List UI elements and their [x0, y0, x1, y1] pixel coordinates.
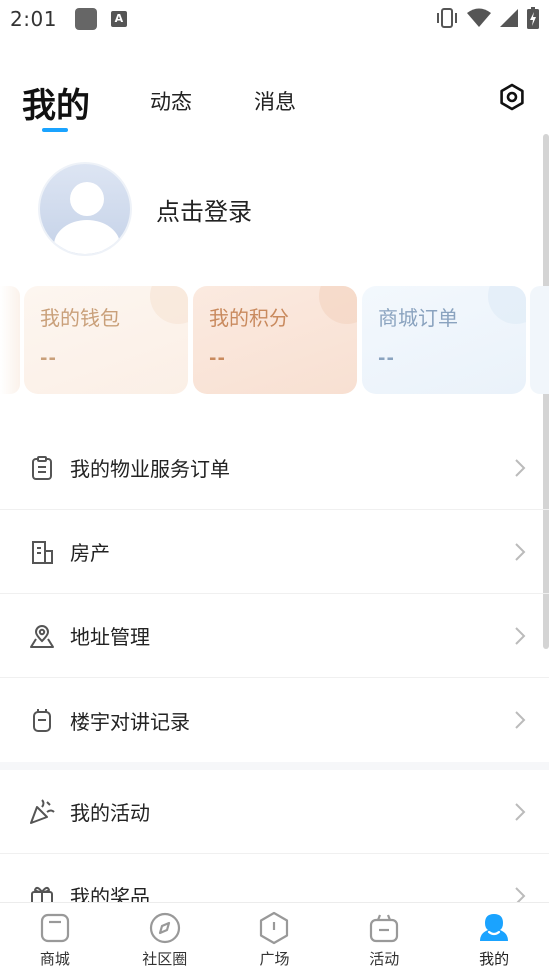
bottom-nav: 商城 社区圈 广场 活动 我的: [0, 902, 549, 976]
building-icon: [28, 538, 56, 566]
menu-item-label: 我的物业服务订单: [70, 457, 230, 481]
compass-icon: [149, 912, 180, 944]
chevron-right-icon: [515, 802, 526, 821]
menu-item-label: 楼宇对讲记录: [70, 709, 190, 734]
shop-orders-value: --: [378, 348, 395, 369]
chevron-right-icon: [515, 711, 526, 729]
font-notification-icon: A: [110, 11, 127, 27]
menu-item-address[interactable]: 地址管理: [0, 594, 549, 678]
card-decoration: [319, 286, 357, 324]
tab-messages[interactable]: 消息: [254, 86, 296, 116]
intercom-icon: [28, 706, 56, 734]
menu-item-property-orders[interactable]: 我的物业服务订单: [0, 426, 549, 510]
nav-item-mine[interactable]: 我的: [439, 903, 549, 976]
shop-orders-label: 商城订单: [378, 306, 458, 330]
wallet-card[interactable]: 我的钱包 --: [24, 286, 188, 394]
shop-orders-card[interactable]: 商城订单 --: [362, 286, 526, 394]
content-area: 点击登录 我的钱包 -- 我的积分 -- 商城订单 -- 我的物业服务订单 房产…: [0, 134, 549, 902]
card-edge-left: [0, 286, 20, 394]
nav-label: 商城: [39, 950, 70, 968]
points-label: 我的积分: [209, 306, 289, 330]
menu-item-label: 我的活动: [70, 801, 150, 825]
menu-item-label: 地址管理: [70, 625, 150, 649]
signal-icon: [500, 9, 518, 27]
nav-item-plaza[interactable]: 广场: [220, 903, 330, 976]
chevron-right-icon: [515, 626, 526, 645]
tab-feed[interactable]: 动态: [150, 86, 192, 116]
nav-label: 社区圈: [142, 950, 188, 968]
menu-item-property[interactable]: 房产: [0, 510, 549, 594]
battery-icon: [527, 7, 539, 29]
status-time: 2:01: [10, 7, 57, 31]
active-tab-indicator: [42, 128, 68, 132]
chevron-right-icon: [515, 886, 526, 902]
nav-item-activities[interactable]: 活动: [329, 903, 439, 976]
points-card[interactable]: 我的积分 --: [193, 286, 357, 394]
avatar-body: [54, 220, 120, 254]
location-icon: [28, 622, 56, 650]
shop-icon: [40, 913, 69, 943]
menu-item-label: 我的奖品: [70, 885, 150, 902]
nav-item-community[interactable]: 社区圈: [110, 903, 220, 976]
clipboard-icon: [28, 454, 56, 482]
menu-item-my-prizes[interactable]: 我的奖品: [0, 854, 549, 902]
wifi-icon: [467, 8, 491, 27]
asset-cards: 我的钱包 -- 我的积分 -- 商城订单 --: [0, 286, 549, 396]
card-decoration: [488, 286, 526, 324]
party-popper-icon: [28, 798, 56, 826]
menu-item-intercom-records[interactable]: 楼宇对讲记录: [0, 678, 549, 770]
chevron-right-icon: [515, 542, 526, 561]
gift-icon: [28, 882, 56, 902]
chevron-right-icon: [515, 458, 526, 477]
avatar-head: [70, 182, 104, 216]
vibrate-icon: [437, 8, 457, 28]
points-value: --: [209, 348, 226, 369]
profile-icon: [480, 914, 509, 941]
nav-item-shop[interactable]: 商城: [0, 903, 110, 976]
menu-item-my-activities[interactable]: 我的活动: [0, 770, 549, 854]
login-prompt[interactable]: 点击登录: [156, 192, 252, 227]
status-bar: 2:01 A: [0, 0, 549, 38]
app-notification-icon: [74, 8, 97, 30]
menu-list: 我的物业服务订单 房产 地址管理 楼宇对讲记录 我的活动 我的奖品: [0, 426, 549, 902]
nav-label: 广场: [259, 950, 290, 968]
nav-label: 活动: [369, 950, 400, 968]
top-tab-bar: 我的 动态 消息: [0, 70, 549, 134]
nav-label: 我的: [479, 950, 510, 968]
activity-icon: [370, 914, 399, 943]
status-icons: [435, 7, 539, 29]
card-edge-right: [530, 286, 549, 394]
profile-header[interactable]: 点击登录: [38, 162, 252, 256]
tab-mine[interactable]: 我的: [22, 78, 90, 127]
wallet-label: 我的钱包: [40, 306, 120, 330]
square-icon: [260, 911, 289, 945]
avatar[interactable]: [38, 162, 132, 256]
card-decoration: [150, 286, 188, 324]
wallet-value: --: [40, 348, 57, 369]
settings-icon[interactable]: [498, 83, 526, 111]
menu-item-label: 房产: [70, 541, 110, 565]
